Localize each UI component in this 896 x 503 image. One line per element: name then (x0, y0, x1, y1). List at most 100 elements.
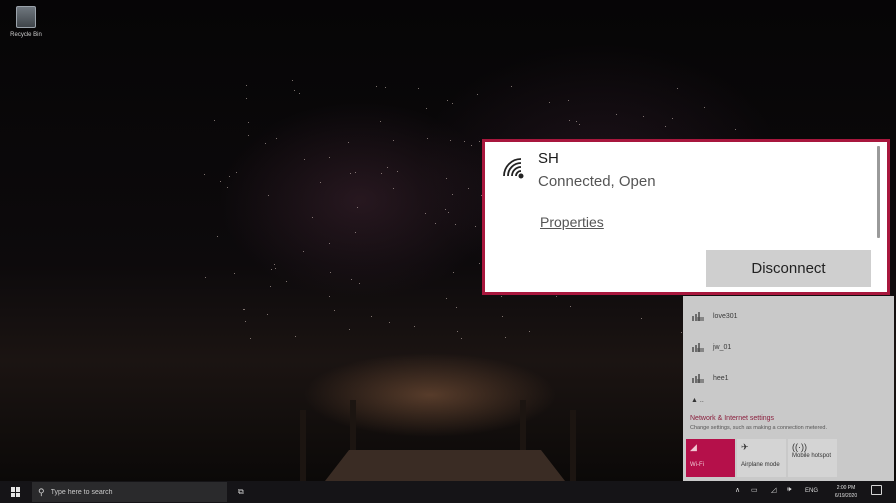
star (463, 141, 465, 143)
wifi-signal-icon (503, 158, 524, 179)
star (479, 141, 481, 143)
taskbar: ⚲ ⧉ ∧ ▭ ◿ 🕪 ENG 2:00 PM 6/19/2020 (0, 481, 896, 503)
clock-time: 2:00 PM (836, 485, 856, 491)
star (704, 107, 706, 109)
action-center-icon[interactable] (871, 485, 882, 495)
star (414, 325, 416, 327)
star (500, 295, 502, 297)
star (292, 80, 294, 82)
star (664, 126, 666, 128)
disconnect-button[interactable]: Disconnect (706, 250, 871, 287)
airplane-tile-label: Airplane mode (741, 462, 780, 468)
network-item[interactable]: jw_01 (691, 338, 731, 356)
mobile-hotspot-tile[interactable]: ((·)) Mobile hotspot (788, 439, 837, 477)
battery-icon[interactable]: ▭ (751, 486, 758, 494)
star (298, 93, 300, 95)
star (452, 103, 454, 105)
network-item[interactable]: hee1 (691, 369, 729, 387)
star (386, 167, 388, 169)
star (642, 115, 644, 117)
star (354, 171, 356, 173)
star (452, 194, 454, 196)
wifi-icon (692, 374, 704, 383)
star (680, 331, 682, 333)
windows-start-icon[interactable] (11, 487, 21, 497)
star (247, 122, 249, 124)
task-view-icon[interactable]: ⧉ (238, 487, 244, 497)
star (418, 88, 420, 90)
star (328, 295, 330, 297)
network-name: love301 (713, 312, 738, 320)
star (456, 331, 458, 333)
star (385, 87, 387, 89)
scrollbar[interactable] (877, 146, 880, 238)
star (455, 223, 457, 225)
airplane-mode-tile[interactable]: ✈ Airplane mode (737, 439, 786, 477)
star (676, 87, 678, 89)
star (235, 172, 237, 174)
star (452, 272, 454, 274)
star (640, 317, 642, 319)
more-networks-chevron-icon[interactable]: ▲ .. (691, 397, 704, 404)
star (250, 337, 252, 339)
pier-post (570, 410, 576, 481)
wifi-icon (692, 312, 704, 321)
star (396, 171, 398, 172)
connection-status: Connected, Open (538, 173, 656, 190)
recycle-bin[interactable]: Recycle Bin (6, 6, 46, 38)
wifi-icon: ◢ (690, 442, 697, 452)
star (286, 280, 287, 282)
star (203, 173, 205, 175)
star (425, 108, 427, 110)
pier (325, 450, 565, 481)
wifi-toggle-tile[interactable]: ◢ Wi-Fi (686, 439, 735, 477)
star (425, 212, 427, 214)
clock-date: 6/19/2020 (834, 493, 858, 499)
star (376, 85, 378, 87)
star (245, 85, 247, 87)
search-input[interactable] (50, 488, 211, 496)
network-item[interactable]: love301 (691, 307, 738, 325)
network-flyout: love301 jw_01 hee1 ▲ .. Network & Intern… (683, 296, 894, 481)
star (505, 337, 507, 339)
clock[interactable]: 2:00 PM 6/19/2020 (826, 484, 866, 500)
hotspot-tile-label: Mobile hotspot (792, 453, 832, 459)
volume-icon[interactable]: 🕪 (787, 486, 791, 494)
star (381, 172, 383, 174)
star (350, 173, 352, 175)
star (244, 320, 246, 322)
network-name: jw_01 (713, 343, 732, 351)
star (349, 328, 351, 330)
star (529, 330, 531, 332)
star (270, 286, 272, 288)
star (446, 99, 448, 101)
language-indicator[interactable]: ENG (805, 488, 818, 494)
network-settings-link[interactable]: Network & Internet settings (690, 415, 774, 422)
star (449, 140, 451, 142)
star (347, 141, 349, 143)
star (389, 321, 391, 323)
star (359, 283, 361, 285)
taskbar-search[interactable]: ⚲ (32, 482, 227, 502)
star (576, 121, 578, 123)
star (356, 206, 358, 208)
star (445, 297, 447, 299)
star (295, 336, 297, 338)
star (354, 232, 356, 234)
star (228, 175, 230, 177)
star (333, 309, 335, 311)
hotspot-icon: ((·)) (792, 442, 807, 452)
network-name: hee1 (713, 374, 729, 382)
star (243, 309, 245, 311)
star (371, 315, 373, 317)
star (204, 276, 206, 278)
wifi-icon (692, 343, 704, 352)
properties-link[interactable]: Properties (540, 214, 604, 230)
star (461, 337, 463, 339)
star (213, 120, 215, 122)
star (294, 89, 296, 91)
star (233, 272, 235, 274)
show-hidden-icons-icon[interactable]: ∧ (735, 486, 740, 494)
network-icon[interactable]: ◿ (771, 486, 776, 494)
wifi-tile-label: Wi-Fi (690, 462, 704, 468)
